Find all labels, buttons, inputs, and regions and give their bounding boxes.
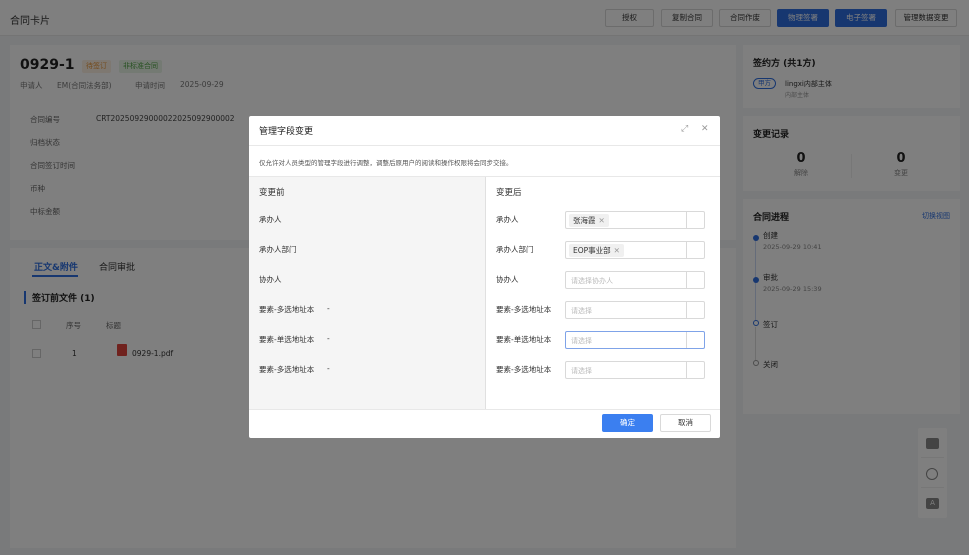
multi-address-select[interactable]: 请选择	[565, 301, 705, 319]
selected-user-chip: 张海霞 ✕	[569, 214, 609, 227]
after-row-label: 协办人	[496, 275, 519, 284]
dialog-title: 管理字段变更	[259, 127, 314, 137]
close-icon[interactable]: ✕	[701, 124, 709, 134]
placeholder: 请选择	[571, 337, 592, 345]
user-picker-icon[interactable]	[686, 242, 704, 258]
before-row-label: 要素-单选地址本	[259, 335, 315, 344]
cancel-button[interactable]: 取消	[660, 414, 711, 432]
after-column: 变更后 承办人 张海霞 ✕ 承办人部门 EOP事业部 ✕ 协办人 请选择协办人 要素…	[485, 177, 720, 409]
before-row-label: 要素-多选地址本	[259, 305, 315, 314]
before-header: 变更前	[259, 188, 285, 198]
selected-dept-chip: EOP事业部 ✕	[569, 244, 624, 257]
before-row-value: -	[327, 334, 330, 343]
before-column: 变更前 承办人 承办人部门 协办人 要素-多选地址本 - 要素-单选地址本 - …	[249, 177, 485, 409]
expand-icon[interactable]: ⤢	[681, 124, 688, 134]
after-row-label: 要素-多选地址本	[496, 305, 552, 314]
after-header: 变更后	[496, 188, 522, 198]
manage-field-change-dialog: 管理字段变更 ⤢ ✕ 仅允许对人员类型的管理字段进行调整，调整后原用户的阅读和操…	[249, 116, 720, 438]
after-row-label: 承办人	[496, 215, 519, 224]
handler-dept-select[interactable]: EOP事业部 ✕	[565, 241, 705, 259]
user-picker-icon[interactable]	[686, 272, 704, 288]
before-row-label: 协办人	[259, 275, 282, 284]
remove-chip-icon[interactable]: ✕	[614, 246, 620, 255]
divider	[249, 409, 720, 410]
placeholder: 请选择	[571, 307, 592, 315]
before-row-value: -	[327, 304, 330, 313]
user-picker-icon[interactable]	[686, 362, 704, 378]
user-picker-icon[interactable]	[686, 212, 704, 228]
before-row-value: -	[327, 364, 330, 373]
placeholder: 请选择协办人	[571, 277, 613, 285]
co-handler-select[interactable]: 请选择协办人	[565, 271, 705, 289]
before-row-label: 要素-多选地址本	[259, 365, 315, 374]
multi-address-select[interactable]: 请选择	[565, 361, 705, 379]
single-address-select[interactable]: 请选择	[565, 331, 705, 349]
handler-select[interactable]: 张海霞 ✕	[565, 211, 705, 229]
after-row-label: 要素-单选地址本	[496, 335, 552, 344]
after-row-label: 承办人部门	[496, 245, 534, 254]
user-picker-icon[interactable]	[686, 332, 704, 348]
user-picker-icon[interactable]	[686, 302, 704, 318]
divider	[249, 145, 720, 146]
remove-chip-icon[interactable]: ✕	[599, 216, 605, 225]
before-row-label: 承办人部门	[259, 245, 297, 254]
placeholder: 请选择	[571, 367, 592, 375]
dialog-description: 仅允许对人员类型的管理字段进行调整，调整后原用户的阅读和操作权限将会同步交接。	[259, 159, 513, 167]
confirm-button[interactable]: 确定	[602, 414, 653, 432]
after-row-label: 要素-多选地址本	[496, 365, 552, 374]
before-row-label: 承办人	[259, 215, 282, 224]
